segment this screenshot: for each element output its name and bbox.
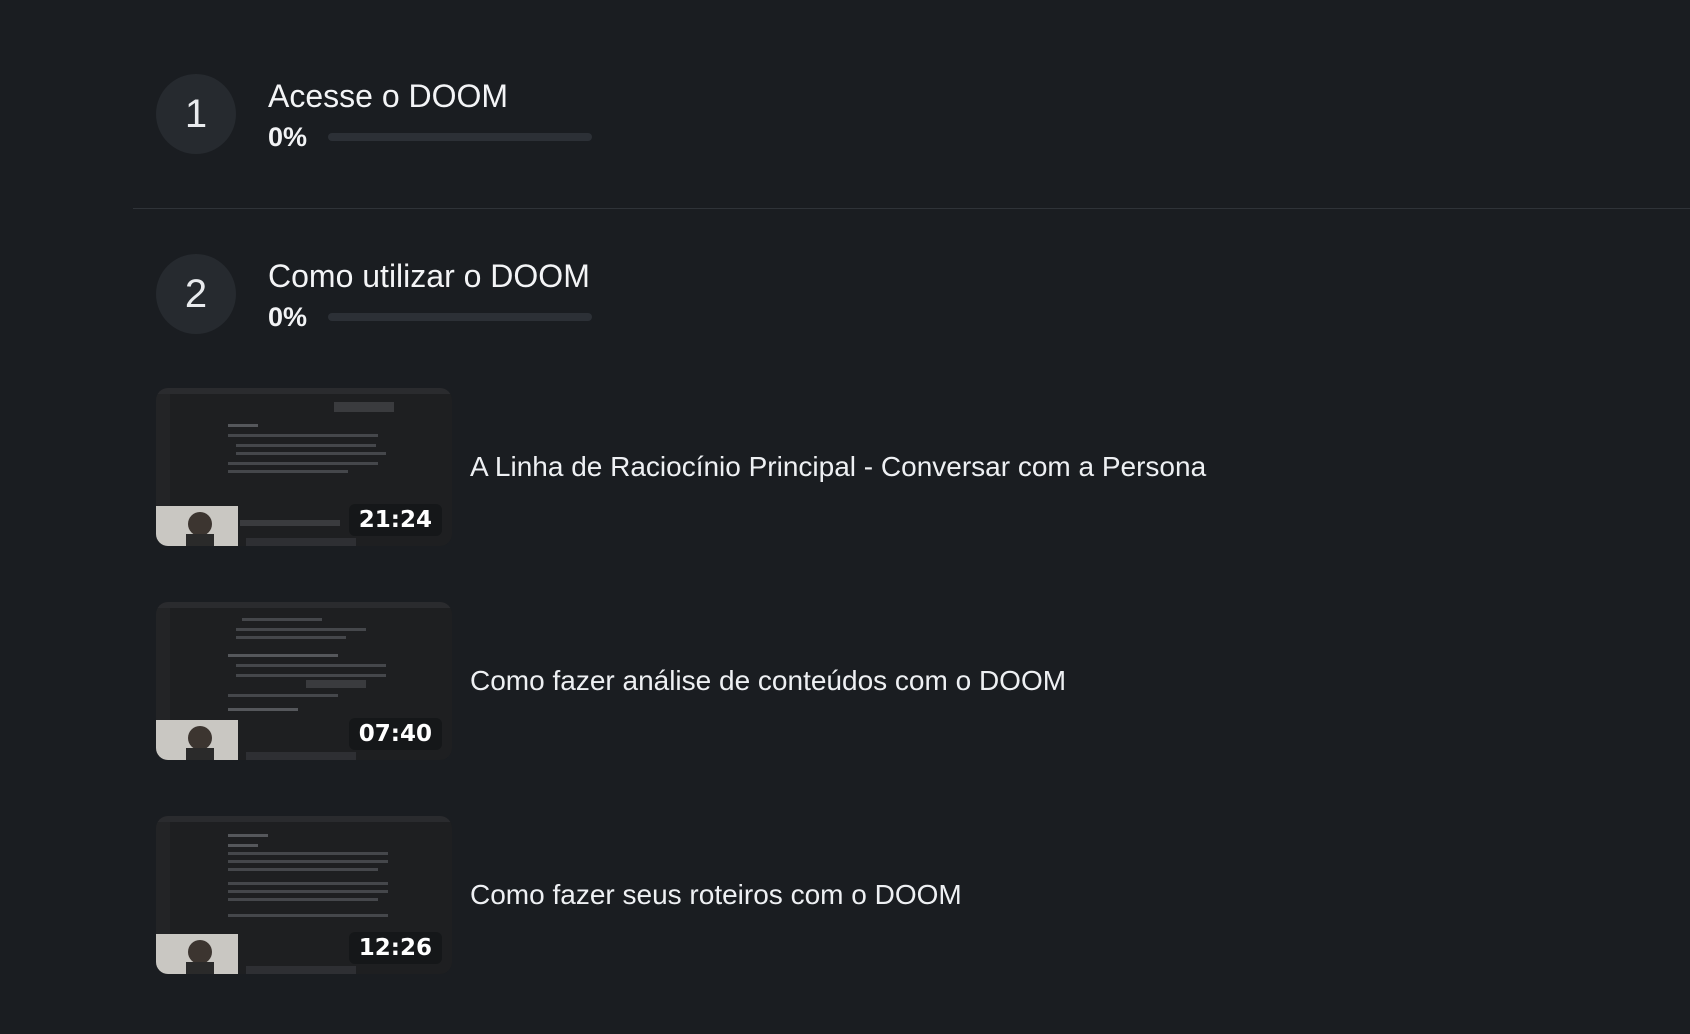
module-progress: 0% [268,122,592,153]
lesson-title[interactable]: Como fazer seus roteiros com o DOOM [470,879,962,911]
module-info: Acesse o DOOM 0% [268,76,592,153]
progress-bar [328,133,592,141]
module-title: Acesse o DOOM [268,77,509,114]
progress-percent: 0% [268,301,308,332]
lesson-item[interactable]: 12:26 Como fazer seus roteiros com o DOO… [156,816,962,974]
progress-percent: 0% [268,121,308,152]
lesson-item[interactable]: 21:24 A Linha de Raciocínio Principal - … [156,388,1206,546]
module-1[interactable]: 1 Acesse o DOOM 0% [156,74,592,154]
module-divider [133,208,1690,209]
module-progress: 0% [268,302,592,333]
video-duration: 21:24 [348,504,442,536]
module-number-badge: 1 [156,74,236,154]
course-content-page: 1 Acesse o DOOM 0% 2 Como utilizar o DOO… [0,0,1690,1034]
video-thumbnail[interactable]: 12:26 [156,816,452,974]
lesson-title[interactable]: A Linha de Raciocínio Principal - Conver… [470,451,1206,483]
module-info: Como utilizar o DOOM 0% [268,256,592,333]
video-thumbnail[interactable]: 07:40 [156,602,452,760]
video-thumbnail[interactable]: 21:24 [156,388,452,546]
module-number-badge: 2 [156,254,236,334]
lesson-item[interactable]: 07:40 Como fazer análise de conteúdos co… [156,602,1066,760]
video-duration: 07:40 [348,718,442,750]
progress-bar [328,313,592,321]
module-2[interactable]: 2 Como utilizar o DOOM 0% [156,254,592,334]
module-title: Como utilizar o DOOM [268,257,590,294]
lesson-title[interactable]: Como fazer análise de conteúdos com o DO… [470,665,1066,697]
video-duration: 12:26 [348,932,442,964]
